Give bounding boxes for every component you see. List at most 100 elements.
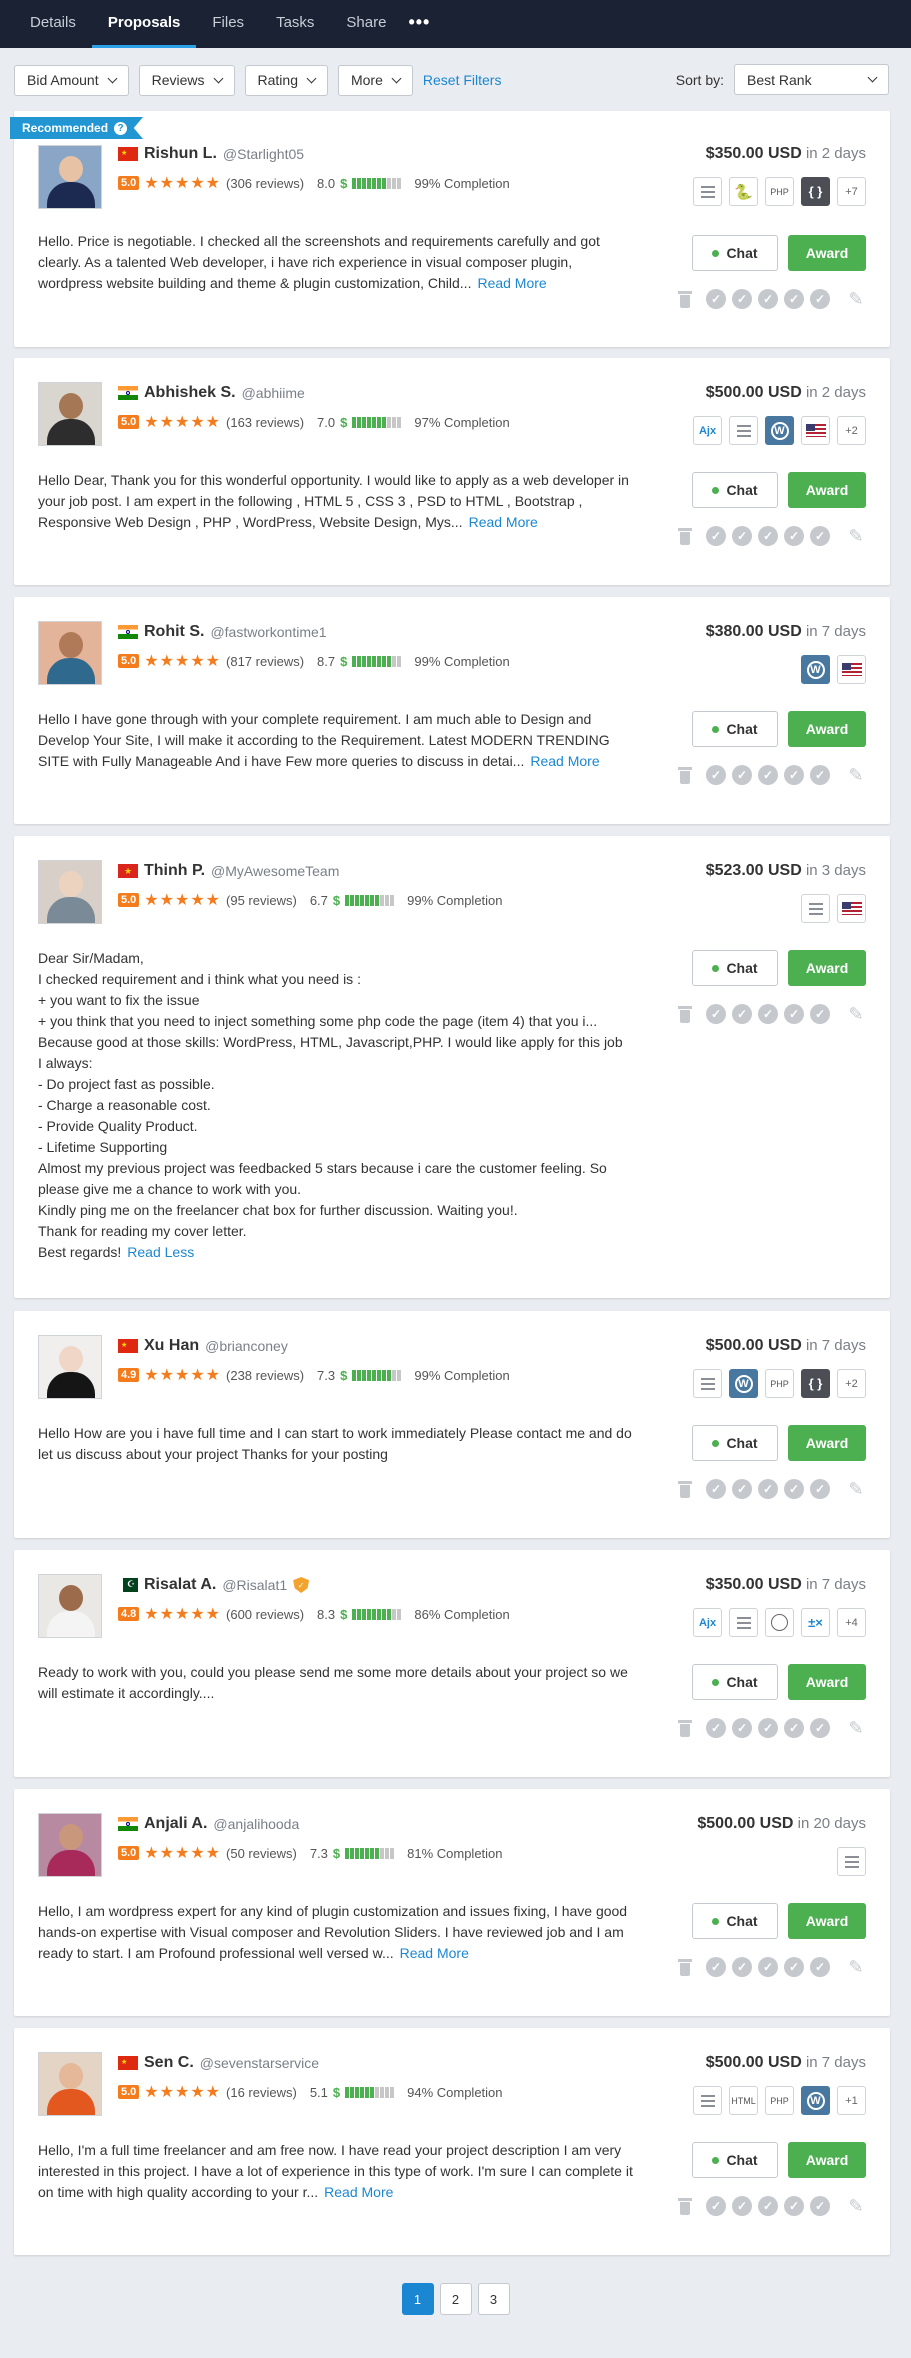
check-icon[interactable]: ✓ (810, 289, 830, 309)
freelancer-name[interactable]: Thinh P. (144, 862, 205, 880)
read-more-link[interactable]: Read More (477, 275, 546, 291)
wordpress-skill-icon[interactable]: W (801, 655, 830, 684)
more-tabs-icon[interactable]: ••• (402, 12, 442, 48)
freelancer-name[interactable]: Sen C. (144, 2054, 194, 2072)
check-icon[interactable]: ✓ (784, 2196, 804, 2216)
check-icon[interactable]: ✓ (758, 2196, 778, 2216)
reviews-filter[interactable]: Reviews (138, 64, 235, 96)
wordpress-skill-icon[interactable]: W (765, 416, 794, 445)
trash-icon[interactable] (678, 527, 692, 545)
check-icon[interactable]: ✓ (732, 1718, 752, 1738)
check-icon[interactable]: ✓ (758, 526, 778, 546)
php-skill-icon[interactable]: PHP (765, 177, 794, 206)
read-more-link[interactable]: Read More (469, 514, 538, 530)
check-icon[interactable]: ✓ (758, 289, 778, 309)
trash-icon[interactable] (678, 1719, 692, 1737)
html-skill-icon[interactable]: HTML (729, 2086, 758, 2115)
award-button[interactable]: Award (788, 235, 866, 271)
award-button[interactable]: Award (788, 711, 866, 747)
check-icon[interactable]: ✓ (706, 2196, 726, 2216)
review-count[interactable]: (50 reviews) (226, 1846, 297, 1861)
tab-tasks[interactable]: Tasks (260, 14, 330, 48)
more-skills-badge[interactable]: +7 (837, 177, 866, 206)
help-icon[interactable]: ? (114, 121, 128, 135)
more-skills-badge[interactable]: +1 (837, 2086, 866, 2115)
check-icon[interactable]: ✓ (784, 526, 804, 546)
check-icon[interactable]: ✓ (784, 1004, 804, 1024)
avatar[interactable] (38, 1813, 102, 1877)
check-icon[interactable]: ✓ (810, 1479, 830, 1499)
read-more-link[interactable]: Read More (400, 1945, 469, 1961)
safari-skill-icon[interactable] (765, 1608, 794, 1637)
list-skill-icon[interactable] (837, 1847, 866, 1876)
avatar[interactable] (38, 621, 102, 685)
avatar[interactable] (38, 860, 102, 924)
chat-button[interactable]: Chat (692, 1664, 778, 1700)
check-icon[interactable]: ✓ (758, 765, 778, 785)
list-skill-icon[interactable] (693, 2086, 722, 2115)
us-flag-skill-icon[interactable] (837, 655, 866, 684)
check-icon[interactable]: ✓ (706, 1479, 726, 1499)
check-icon[interactable]: ✓ (810, 2196, 830, 2216)
check-icon[interactable]: ✓ (706, 1718, 726, 1738)
ajax-skill-icon[interactable]: Ajx (693, 1608, 722, 1637)
check-icon[interactable]: ✓ (784, 765, 804, 785)
code-skill-icon[interactable]: { } (801, 1369, 830, 1398)
pencil-icon[interactable]: ✎ (846, 1718, 866, 1738)
award-button[interactable]: Award (788, 472, 866, 508)
check-icon[interactable]: ✓ (810, 526, 830, 546)
check-icon[interactable]: ✓ (706, 765, 726, 785)
more-skills-badge[interactable]: +4 (837, 1608, 866, 1637)
check-icon[interactable]: ✓ (706, 526, 726, 546)
tab-files[interactable]: Files (196, 14, 260, 48)
freelancer-name[interactable]: Anjali A. (144, 1815, 207, 1833)
check-icon[interactable]: ✓ (810, 1004, 830, 1024)
award-button[interactable]: Award (788, 1903, 866, 1939)
avatar[interactable] (38, 1335, 102, 1399)
chat-button[interactable]: Chat (692, 2142, 778, 2178)
review-count[interactable]: (16 reviews) (226, 2085, 297, 2100)
code-skill-icon[interactable]: { } (801, 177, 830, 206)
list-skill-icon[interactable] (801, 894, 830, 923)
check-icon[interactable]: ✓ (784, 289, 804, 309)
review-count[interactable]: (600 reviews) (226, 1607, 304, 1622)
us-flag-skill-icon[interactable] (801, 416, 830, 445)
chat-button[interactable]: Chat (692, 950, 778, 986)
check-icon[interactable]: ✓ (706, 289, 726, 309)
list-skill-icon[interactable] (729, 416, 758, 445)
award-button[interactable]: Award (788, 1425, 866, 1461)
avatar[interactable] (38, 1574, 102, 1638)
check-icon[interactable]: ✓ (784, 1718, 804, 1738)
check-icon[interactable]: ✓ (758, 1004, 778, 1024)
trash-icon[interactable] (678, 1005, 692, 1023)
freelancer-name[interactable]: Rishun L. (144, 145, 217, 163)
check-icon[interactable]: ✓ (732, 1479, 752, 1499)
more-skills-badge[interactable]: +2 (837, 1369, 866, 1398)
list-skill-icon[interactable] (729, 1608, 758, 1637)
check-icon[interactable]: ✓ (784, 1957, 804, 1977)
trash-icon[interactable] (678, 290, 692, 308)
check-icon[interactable]: ✓ (732, 526, 752, 546)
check-icon[interactable]: ✓ (758, 1957, 778, 1977)
trash-icon[interactable] (678, 1480, 692, 1498)
review-count[interactable]: (306 reviews) (226, 176, 304, 191)
chat-button[interactable]: Chat (692, 472, 778, 508)
avatar[interactable] (38, 382, 102, 446)
check-icon[interactable]: ✓ (732, 1957, 752, 1977)
page-3-button[interactable]: 3 (477, 2283, 510, 2315)
trash-icon[interactable] (678, 766, 692, 784)
chat-button[interactable]: Chat (692, 1903, 778, 1939)
check-icon[interactable]: ✓ (810, 1718, 830, 1738)
page-1-button[interactable]: 1 (401, 2283, 434, 2315)
page-2-button[interactable]: 2 (439, 2283, 472, 2315)
check-icon[interactable]: ✓ (732, 1004, 752, 1024)
php-skill-icon[interactable]: PHP (765, 2086, 794, 2115)
award-button[interactable]: Award (788, 1664, 866, 1700)
check-icon[interactable]: ✓ (810, 765, 830, 785)
more-skills-badge[interactable]: +2 (837, 416, 866, 445)
check-icon[interactable]: ✓ (706, 1004, 726, 1024)
pencil-icon[interactable]: ✎ (846, 1479, 866, 1499)
chat-button[interactable]: Chat (692, 711, 778, 747)
tab-share[interactable]: Share (330, 14, 402, 48)
sort-select[interactable]: Best Rank (734, 64, 889, 95)
